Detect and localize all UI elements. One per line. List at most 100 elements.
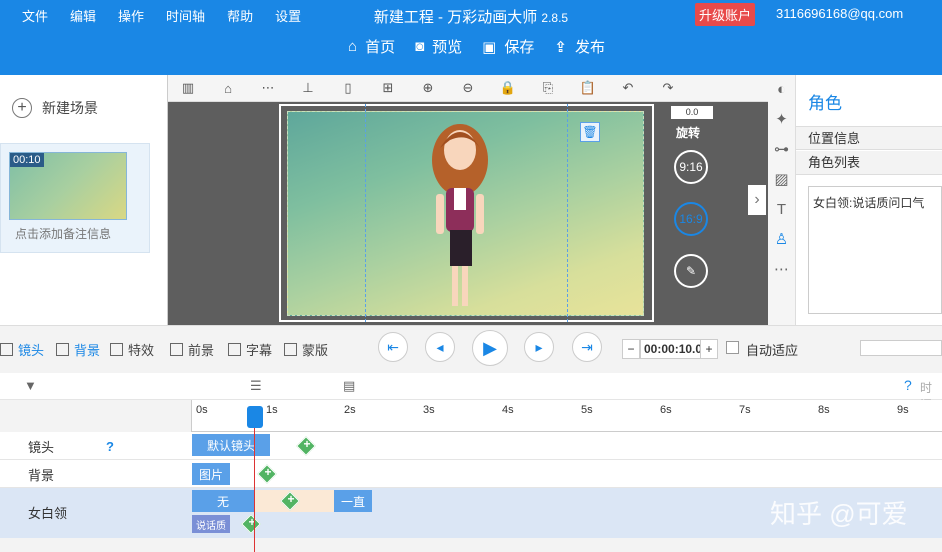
distribute-icon[interactable]: ⊞ [368,80,408,96]
ruler-tick: 5s [581,404,593,416]
save-button[interactable]: ▣ 保存 [482,36,534,57]
account-email[interactable]: 3116696168@qq.com [776,6,903,21]
paste-icon[interactable]: 📋 [568,80,608,96]
more-options-icon[interactable]: ⋯ [768,255,795,285]
camera-block[interactable]: 默认镜头 [192,434,270,456]
time-input[interactable]: 00:00:10.0 [640,339,702,359]
minus-button[interactable]: − [622,339,640,359]
zoom-in-icon[interactable]: ⊕ [408,80,448,96]
role-list-section[interactable]: 角色列表 [796,151,942,175]
background-block[interactable]: 图片 [192,463,230,485]
image-icon[interactable]: ▨ [768,165,795,195]
zoom-out-icon[interactable]: ⊖ [448,80,488,96]
undo-icon[interactable]: ↶ [608,80,648,96]
align-icon[interactable]: ▯ [328,80,368,96]
new-scene-button[interactable]: + 新建场景 [0,89,118,127]
publish-icon: ⇪ [554,38,567,56]
filter-icon[interactable]: ▼ [24,378,37,393]
home-view-icon[interactable]: ⌂ [208,81,248,96]
role-list-box: 女白领:说话质问口气 [808,186,942,314]
position-info-section[interactable]: 位置信息 [796,126,942,150]
upgrade-button[interactable]: 升级账户 [695,3,756,26]
tab-effects-label: 特效 [128,343,155,358]
camera-icon [0,343,13,356]
character-icon[interactable]: ♙ [768,225,795,255]
app-title-text: 新建工程 - 万彩动画大师 [373,9,538,26]
foreground-icon [170,343,183,356]
redo-icon[interactable]: ↷ [648,80,688,96]
tab-camera[interactable]: 镜头 [0,340,44,359]
preview-label: 预览 [432,39,463,56]
tab-foreground[interactable]: 前景 [170,340,214,359]
auto-fit-checkbox[interactable] [726,341,739,354]
scene-card[interactable]: 00:10 点击添加备注信息 [0,143,150,253]
help-circle-icon[interactable]: ? [106,439,114,454]
preview-button[interactable]: ◙ 预览 [415,36,462,57]
subtitle-icon [228,343,241,356]
ruler-tick: 1s [266,404,278,416]
ruler-tick: 4s [502,404,514,416]
step-back-button[interactable]: ◂ [425,332,455,362]
new-scene-label: 新建场景 [42,100,98,116]
role-list-item[interactable]: 女白领:说话质问口气 [813,196,924,210]
prev-scene-button[interactable]: ⇤ [378,332,408,362]
add-keyframe-icon[interactable] [280,491,300,511]
speech-block[interactable]: 说话质 [192,515,230,533]
scene-panel: + 新建场景 00:10 点击添加备注信息 [0,75,168,325]
add-keyframe-icon[interactable] [257,464,277,484]
timeline-toolbar [0,373,942,400]
playhead-handle[interactable] [247,406,263,428]
publish-button[interactable]: ⇪ 发布 [554,36,605,57]
playhead-line [254,410,255,552]
next-scene-button[interactable]: ⇥ [572,332,602,362]
align-tool-icon[interactable]: ☰ [250,378,262,394]
tree-icon[interactable]: ⊶ [768,135,795,165]
guide-line [567,104,568,322]
actor-track-label: 女白领 [0,498,191,526]
tab-subtitle[interactable]: 字幕 [228,340,272,359]
home-button[interactable]: ⌂ 首页 [348,36,395,57]
lock-icon[interactable]: 🔒 [488,80,528,96]
actor-exit-block[interactable]: 一直 [334,490,372,512]
background-icon [56,343,69,356]
home-label: 首页 [365,39,396,56]
delete-icon[interactable]: 🗑 [580,122,600,142]
tab-foreground-label: 前景 [188,343,215,358]
watermark: 知乎 @可爱 [770,499,908,529]
effect-icon[interactable]: ✦ [768,105,795,135]
ruler-tick: 0s [196,404,208,416]
ratio-9-16-button[interactable]: 9:16 [674,150,708,184]
collapse-right-icon[interactable]: › [748,185,766,215]
save-icon: ▣ [482,38,497,56]
tab-background[interactable]: 背景 [56,340,100,359]
text-icon[interactable]: T [768,195,795,225]
copy-icon[interactable]: ⎘ [528,80,568,96]
rotate-label: 旋转 [676,126,701,140]
actor-enter-block[interactable]: 无 [192,490,254,512]
ruler-icon[interactable]: ▥ [168,80,208,96]
effects-icon [110,343,123,356]
play-button[interactable]: ▶ [472,330,508,366]
add-keyframe-icon[interactable] [241,514,261,534]
edit-icon[interactable]: ✎ [674,254,708,288]
title-bar: 文件 编辑 操作 时间轴 帮助 设置 新建工程 - 万彩动画大师 2.8.5 升… [0,0,942,75]
add-keyframe-icon[interactable] [296,436,316,456]
more-icon[interactable]: ⋯ [248,80,288,96]
camera-track-label: 镜头? [0,432,191,460]
tab-effects[interactable]: 特效 [110,340,154,359]
rotate-value[interactable]: 0.0 [671,106,713,119]
step-forward-button[interactable]: ▸ [524,332,554,362]
scene-note[interactable]: 点击添加备注信息 [15,225,111,242]
settings-list-icon[interactable]: ▤ [343,378,355,394]
shape-icon[interactable]: ◐ [768,75,795,105]
tab-mask[interactable]: 蒙版 [284,340,328,359]
plus-button[interactable]: + [700,339,718,359]
zoom-slider[interactable] [860,340,942,356]
top-actions: ⌂ 首页 ◙ 预览 ▣ 保存 ⇪ 发布 [348,36,625,57]
ratio-16-9-button[interactable]: 16:9 [674,202,708,236]
align-center-icon[interactable]: ⊥ [288,80,328,96]
preview-icon: ◙ [415,38,425,55]
help-icon[interactable]: ? [904,377,912,393]
character-girl[interactable] [428,118,492,318]
background-track-name: 背景 [28,467,55,483]
